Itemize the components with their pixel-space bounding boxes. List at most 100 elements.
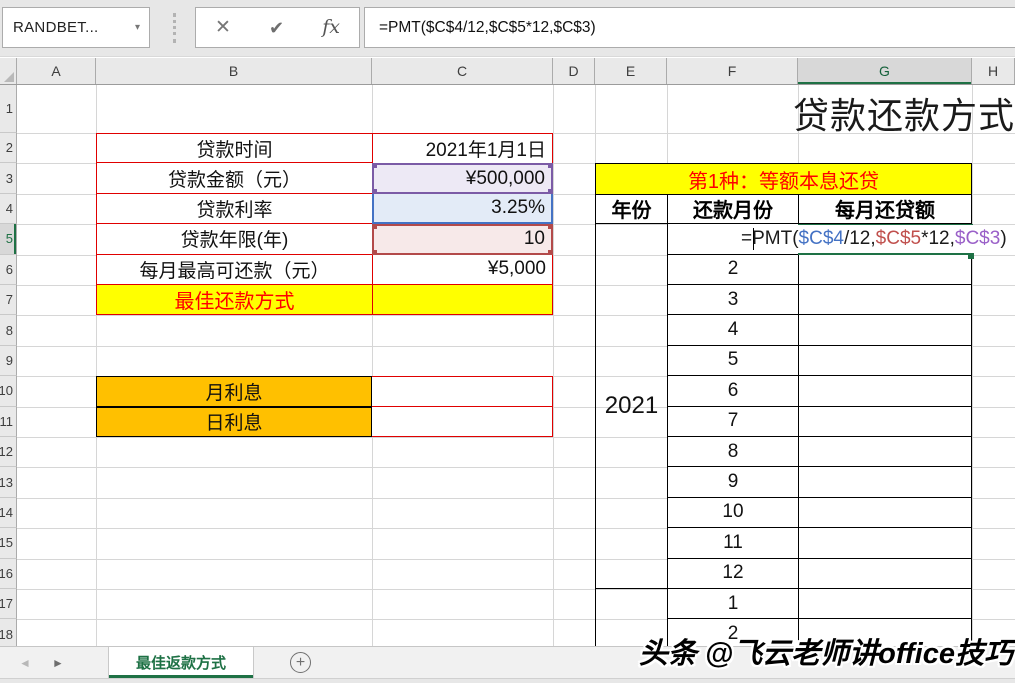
cell-c3-loan-amount[interactable]: ¥500,000 bbox=[372, 163, 553, 194]
cell-amount-2021-11[interactable] bbox=[798, 528, 972, 559]
cell-c7-best-method-value[interactable] bbox=[372, 284, 553, 316]
row-header-17[interactable]: 17 bbox=[0, 589, 17, 620]
cell-c4-loan-rate[interactable]: 3.25% bbox=[372, 193, 553, 225]
cancel-icon[interactable]: ✕ bbox=[215, 18, 231, 37]
cell-year-2021[interactable]: 2021 bbox=[595, 224, 667, 589]
cell-month-2021-5[interactable]: 5 bbox=[667, 345, 798, 377]
cell-month-2021-4[interactable]: 4 bbox=[667, 315, 798, 346]
select-all-corner[interactable] bbox=[0, 58, 17, 84]
table-row: 12 bbox=[667, 558, 972, 589]
row-header-7[interactable]: 7 bbox=[0, 285, 17, 316]
watermark-text: 头条 @飞云老师讲office技巧 bbox=[638, 638, 1013, 670]
text-cursor bbox=[752, 228, 754, 251]
table-row: 2 bbox=[667, 254, 972, 285]
cell-month-2021-8[interactable]: 8 bbox=[667, 436, 798, 468]
column-header-row: ABCDEFGH bbox=[0, 58, 1015, 85]
plan-banner[interactable]: 第1种：等额本息还贷 bbox=[595, 163, 972, 194]
formula-segment: $C$3 bbox=[954, 228, 1001, 250]
loan-rate-value: 3.25% bbox=[491, 196, 545, 218]
cell-c10-monthly-interest-value[interactable] bbox=[372, 376, 553, 407]
drag-dots-divider bbox=[173, 13, 176, 43]
name-box[interactable]: RANDBET... ▾ bbox=[2, 7, 150, 48]
cell-month-2021-12[interactable]: 12 bbox=[667, 558, 798, 589]
row-header-10[interactable]: 10 bbox=[0, 376, 17, 407]
cell-c2-loan-date[interactable]: 2021年1月1日 bbox=[372, 133, 553, 164]
loan-info-table: 贷款时间 2021年1月1日 贷款金额（元） ¥500,000 贷款利率 3.2… bbox=[96, 133, 553, 316]
row-header-4[interactable]: 4 bbox=[0, 193, 17, 225]
cell-amount-2021-8[interactable] bbox=[798, 436, 972, 468]
cell-b4-label[interactable]: 贷款利率 bbox=[96, 193, 372, 225]
selection-handle bbox=[372, 163, 377, 169]
cell-amount-2021-10[interactable] bbox=[798, 497, 972, 529]
column-header-h[interactable]: H bbox=[972, 58, 1015, 84]
formula-input[interactable]: =PMT($C$4/12,$C$5*12,$C$3) bbox=[364, 7, 1015, 48]
add-sheet-button[interactable]: + bbox=[290, 652, 311, 673]
cell-b7-best-method-label[interactable]: 最佳还款方式 bbox=[96, 284, 372, 316]
fill-handle[interactable] bbox=[968, 253, 974, 260]
row-header-16[interactable]: 16 bbox=[0, 558, 17, 589]
row-header-8[interactable]: 8 bbox=[0, 315, 17, 346]
column-header-b[interactable]: B bbox=[96, 58, 372, 84]
column-header-g[interactable]: G bbox=[798, 58, 972, 84]
cell-b6-label[interactable]: 每月最高可还款（元） bbox=[96, 254, 372, 285]
row-header-15[interactable]: 15 bbox=[0, 528, 17, 559]
row-header-1[interactable]: 1 bbox=[0, 85, 17, 133]
plan-header-amount[interactable]: 每月还贷额 bbox=[798, 193, 972, 225]
loan-years-value: 10 bbox=[523, 228, 545, 250]
table-row: 8 bbox=[667, 436, 972, 468]
insert-function-icon[interactable]: fx bbox=[322, 18, 340, 37]
table-row: 9 bbox=[667, 467, 972, 498]
cell-month-2021-7[interactable]: 7 bbox=[667, 406, 798, 437]
cell-amount-2021-5[interactable] bbox=[798, 345, 972, 377]
cell-amount-2021-9[interactable] bbox=[798, 467, 972, 498]
row-header-18[interactable]: 18 bbox=[0, 619, 17, 646]
cell-amount-2021-12[interactable] bbox=[798, 558, 972, 589]
cell-amount-2021-4[interactable] bbox=[798, 315, 972, 346]
chevron-down-icon[interactable]: ▾ bbox=[135, 22, 140, 33]
column-header-e[interactable]: E bbox=[595, 58, 667, 84]
cell-month-next-1[interactable]: 1 bbox=[667, 588, 798, 620]
row-header-5[interactable]: 5 bbox=[0, 224, 17, 255]
cell-b2-label[interactable]: 贷款时间 bbox=[96, 133, 372, 164]
select-all-triangle-icon bbox=[4, 72, 14, 82]
formula-segment: ) bbox=[1000, 228, 1007, 250]
plan-header-month[interactable]: 还款月份 bbox=[667, 193, 798, 225]
cell-amount-2021-2[interactable] bbox=[798, 254, 972, 285]
cell-c11-daily-interest-value[interactable] bbox=[372, 406, 553, 437]
cell-c6-max-payment[interactable]: ¥5,000 bbox=[372, 254, 553, 285]
next-sheet-icon[interactable]: ► bbox=[52, 657, 64, 669]
cell-b11-daily-interest-label[interactable]: 日利息 bbox=[96, 406, 372, 437]
cell-b5-label[interactable]: 贷款年限(年) bbox=[96, 224, 372, 255]
formula-segment: $C$4 bbox=[798, 228, 844, 250]
column-header-c[interactable]: C bbox=[372, 58, 553, 84]
cell-amount-2021-6[interactable] bbox=[798, 376, 972, 407]
enter-icon[interactable]: ✔ bbox=[269, 19, 284, 37]
row-header-13[interactable]: 13 bbox=[0, 467, 17, 498]
row-header-11[interactable]: 11 bbox=[0, 406, 17, 437]
prev-sheet-icon[interactable]: ◄ bbox=[19, 657, 31, 669]
cell-b10-monthly-interest-label[interactable]: 月利息 bbox=[96, 376, 372, 407]
cell-month-2021-3[interactable]: 3 bbox=[667, 284, 798, 316]
column-header-f[interactable]: F bbox=[667, 58, 798, 84]
cell-c5-loan-years[interactable]: 10 bbox=[372, 224, 553, 255]
in-cell-formula-editor[interactable]: =PMT($C$4/12,$C$5*12,$C$3) bbox=[741, 225, 1009, 254]
cell-b3-label[interactable]: 贷款金额（元） bbox=[96, 163, 372, 194]
cell-month-2021-9[interactable]: 9 bbox=[667, 467, 798, 498]
row-header-6[interactable]: 6 bbox=[0, 254, 17, 285]
row-header-2[interactable]: 2 bbox=[0, 133, 17, 164]
column-header-a[interactable]: A bbox=[17, 58, 96, 84]
row-header-9[interactable]: 9 bbox=[0, 345, 17, 377]
row-header-14[interactable]: 14 bbox=[0, 497, 17, 529]
plan-header-year[interactable]: 年份 bbox=[595, 193, 667, 225]
cell-month-2021-11[interactable]: 11 bbox=[667, 528, 798, 559]
row-header-12[interactable]: 12 bbox=[0, 437, 17, 468]
sheet-tab-active[interactable]: 最佳返款方式 bbox=[108, 647, 254, 678]
column-header-d[interactable]: D bbox=[553, 58, 595, 84]
cell-month-2021-2[interactable]: 2 bbox=[667, 254, 798, 285]
cell-month-2021-6[interactable]: 6 bbox=[667, 376, 798, 407]
row-header-3[interactable]: 3 bbox=[0, 163, 17, 194]
cell-amount-2021-3[interactable] bbox=[798, 284, 972, 316]
cell-amount-next-1[interactable] bbox=[798, 588, 972, 620]
cell-month-2021-10[interactable]: 10 bbox=[667, 497, 798, 529]
cell-amount-2021-7[interactable] bbox=[798, 406, 972, 437]
